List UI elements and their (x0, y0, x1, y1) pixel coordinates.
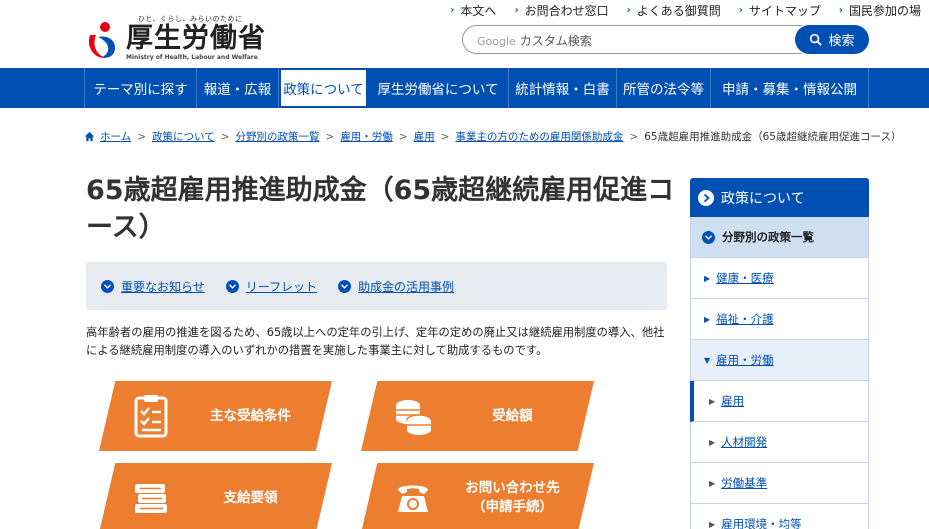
search-input[interactable]: Google カスタム検索 (462, 25, 802, 54)
breadcrumb-link-employment[interactable]: 雇用 (414, 129, 435, 144)
triangle-right-icon: ▶ (704, 314, 711, 324)
chevron-right-icon (698, 189, 714, 206)
triangle-right-icon: ▶ (709, 478, 716, 488)
side-nav-item-health[interactable]: ▶ 健康・医療 (690, 258, 869, 299)
anchor-link-notices[interactable]: 重要なお知らせ (101, 278, 205, 295)
tile-amount[interactable]: 受給額 (361, 381, 594, 451)
site-search: Google カスタム検索 検索 (462, 25, 869, 54)
chevron-right-icon: › (450, 5, 455, 16)
tile-label: 主な受給条件 (210, 407, 291, 424)
side-nav-item-welfare[interactable]: ▶ 福祉・介護 (690, 299, 869, 340)
search-button[interactable]: 検索 (795, 25, 869, 54)
side-nav-item-hr-development[interactable]: ▶ 人材開発 (690, 422, 869, 463)
tile-eligibility[interactable]: 主な受給条件 (99, 381, 332, 451)
chevron-down-icon (702, 230, 715, 244)
gnav-item-applications[interactable]: 申請・募集・情報公開 (711, 68, 869, 108)
logo-name: 厚生労働省 (126, 23, 266, 54)
gnav-item-policy[interactable]: 政策について (279, 68, 368, 108)
home-icon (84, 131, 95, 142)
side-nav-item-employment[interactable]: ▶ 雇用 (690, 381, 869, 422)
side-nav-heading[interactable]: 政策について (690, 178, 869, 217)
telephone-icon (398, 485, 428, 512)
search-placeholder: カスタム検索 (519, 34, 592, 48)
breadcrumb-current: 65歳超雇用推進助成金（65歳超継続雇用促進コース） (644, 131, 902, 143)
triangle-right-icon: ▶ (704, 273, 711, 283)
gnav-item-laws[interactable]: 所管の法令等 (617, 68, 711, 108)
search-icon (810, 33, 823, 46)
tile-contact[interactable]: お問い合わせ先 （申請手続） (361, 463, 594, 529)
search-button-label: 検索 (828, 34, 855, 49)
chevron-right-icon: › (838, 5, 843, 16)
intro-text: 高年齢者の雇用の推進を図るため、65歳以上への定年の引上げ、定年の定めの廃止又は… (86, 326, 665, 357)
page-title: 65歳超雇用推進助成金（65歳超継続雇用促進コース） (86, 175, 675, 243)
chevron-right-icon: › (514, 5, 519, 16)
chevron-right-icon: › (738, 5, 743, 16)
breadcrumb-link-employment-labour[interactable]: 雇用・労働 (340, 129, 393, 144)
chevron-right-icon: › (626, 5, 631, 16)
utility-links: › 本文へ › お問合わせ窓口 › よくある御質問 › サイトマップ › 国民参加の場 (450, 2, 921, 19)
side-nav: 政策について 分野別の政策一覧 ▶ 健康・医療 ▶ 福祉・介護 ▼ 雇用・労働 ▶ 雇用… (690, 178, 869, 529)
chevron-down-icon (225, 279, 239, 293)
side-nav-field-list[interactable]: 分野別の政策一覧 (690, 217, 869, 258)
anchor-link-case-studies[interactable]: 助成金の活用事例 (338, 278, 454, 295)
tile-label: 受給額 (492, 407, 533, 424)
gnav-item-about[interactable]: 厚生労働省について (368, 68, 509, 108)
breadcrumb-link-home[interactable]: ホーム (100, 129, 131, 144)
chevron-down-icon (338, 279, 352, 293)
tile-label: 支給要領 (223, 489, 278, 506)
breadcrumb: ホーム > 政策について > 分野別の政策一覧 > 雇用・労働 > 雇用 > 事… (84, 129, 901, 144)
utility-link-faq[interactable]: › よくある御質問 (627, 2, 721, 19)
breadcrumb-separator: > (137, 130, 146, 143)
triangle-right-icon: ▶ (709, 396, 716, 406)
page-anchor-links: 重要なお知らせ リーフレット 助成金の活用事例 (86, 262, 667, 310)
triangle-right-icon: ▶ (709, 519, 716, 529)
gnav-item-press[interactable]: 報道・広報 (197, 68, 279, 108)
mhlw-logo[interactable]: ひと、くらし、みらいのために 厚生労働省 Ministry of Health,… (84, 14, 266, 61)
gnav-item-statistics[interactable]: 統計情報・白書 (509, 68, 617, 108)
tile-label: お問い合わせ先 （申請手続） (465, 480, 560, 515)
search-brand: Google (477, 35, 516, 48)
breadcrumb-link-field-list[interactable]: 分野別の政策一覧 (236, 129, 320, 144)
global-nav: テーマ別に探す 報道・広報 政策について 厚生労働省について 統計情報・白書 所… (0, 68, 929, 108)
side-nav-item-labour-standards[interactable]: ▶ 労働基準 (690, 463, 869, 504)
breadcrumb-separator: > (325, 130, 335, 143)
utility-link-contact[interactable]: › お問合わせ窓口 (514, 2, 608, 19)
breadcrumb-separator: > (440, 130, 450, 143)
side-nav-item-employment-labour[interactable]: ▼ 雇用・労働 (690, 340, 869, 381)
gnav-item-themes[interactable]: テーマ別に探す (85, 68, 197, 108)
triangle-right-icon: ▶ (709, 437, 716, 447)
logo-english: Ministry of Health, Labour and Welfare (126, 54, 258, 61)
mhlw-logo-mark-icon (88, 22, 116, 59)
utility-link-participation[interactable]: › 国民参加の場 (839, 2, 921, 19)
utility-link-sitemap[interactable]: › サイトマップ (739, 2, 821, 19)
books-icon (135, 484, 167, 513)
utility-link-skip[interactable]: › 本文へ (450, 2, 496, 19)
breadcrumb-link-policy[interactable]: 政策について (152, 129, 215, 144)
tile-guidelines[interactable]: 支給要領 (99, 463, 332, 529)
side-nav-item-equality[interactable]: ▶ 雇用環境・均等 (690, 504, 869, 529)
coins-icon (396, 400, 432, 435)
triangle-down-icon: ▼ (704, 355, 711, 365)
anchor-link-leaflet[interactable]: リーフレット (225, 278, 317, 295)
breadcrumb-link-subsidies[interactable]: 事業主の方のための雇用関係助成金 (455, 129, 623, 144)
breadcrumb-separator: > (220, 130, 230, 143)
checklist-icon (134, 395, 168, 438)
chevron-down-icon (101, 279, 114, 293)
site-header: ひと、くらし、みらいのために 厚生労働省 Ministry of Health,… (0, 0, 929, 68)
breadcrumb-separator: > (398, 130, 408, 143)
breadcrumb-separator: > (629, 130, 639, 143)
